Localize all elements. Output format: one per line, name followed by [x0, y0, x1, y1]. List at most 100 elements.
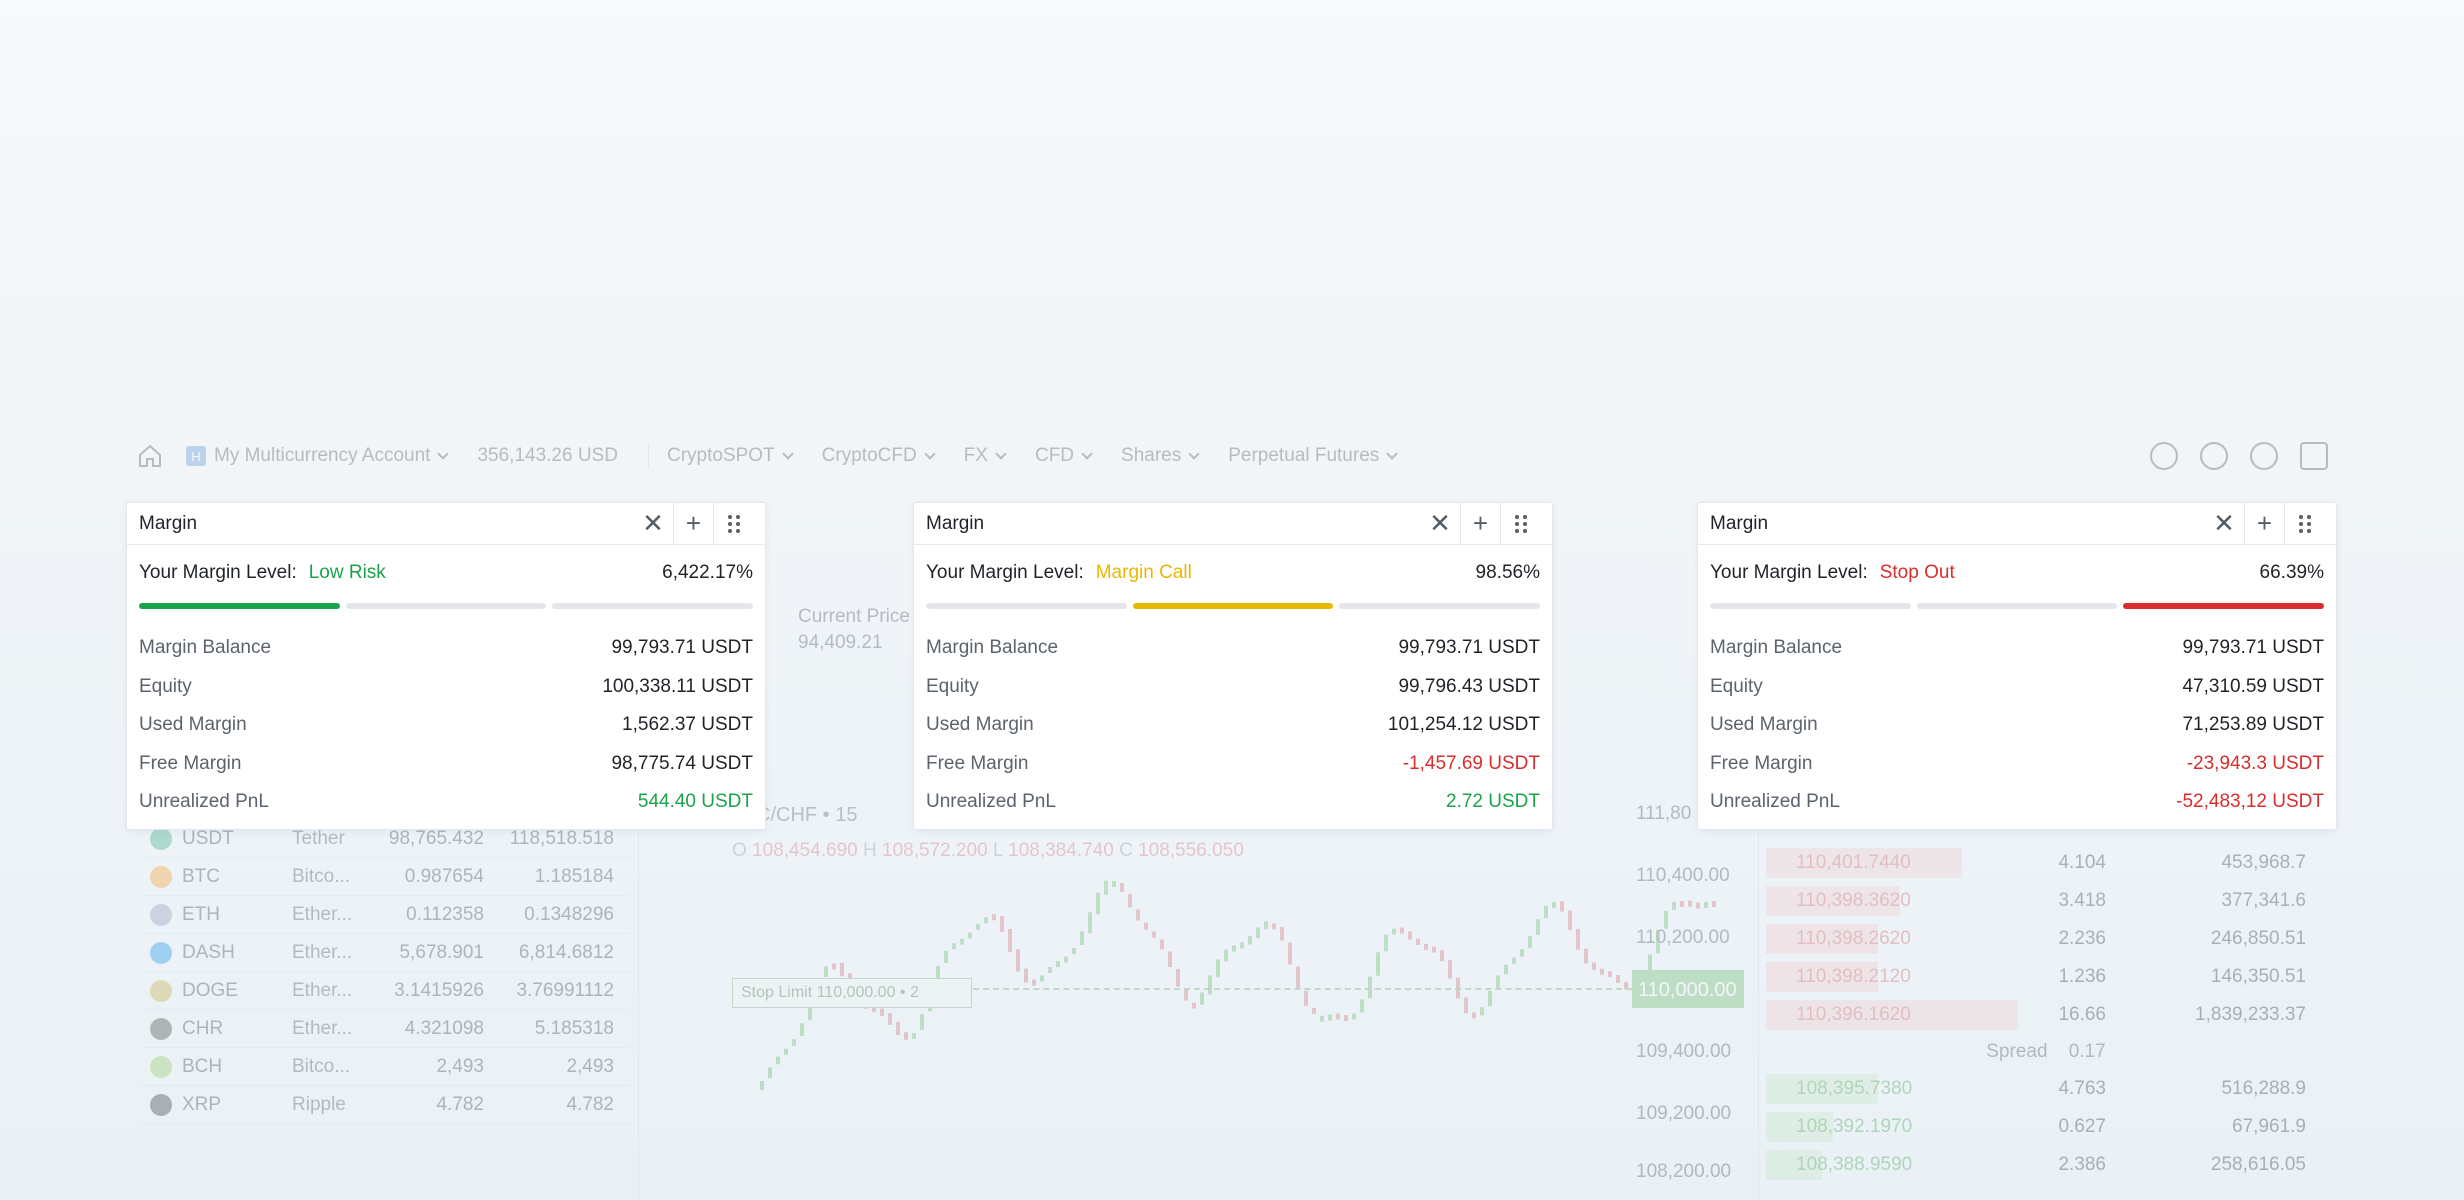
row-margin-balance: Margin Balance 99,793.71 USDT	[139, 629, 753, 668]
coin-value: 0.1348296	[524, 903, 614, 925]
gear-icon[interactable]	[2200, 442, 2228, 470]
candle	[1680, 900, 1684, 907]
margin-widget: Margin ✕ + Your Margin Level: Margin Cal…	[913, 502, 1553, 830]
widget-title: Margin	[926, 512, 985, 534]
logout-icon[interactable]	[2300, 442, 2328, 470]
info-icon[interactable]	[2150, 442, 2178, 470]
close-icon[interactable]: ✕	[2204, 503, 2244, 544]
candle	[1504, 964, 1508, 975]
close-icon[interactable]: ✕	[1420, 503, 1460, 544]
tick-label: 110,200.00	[1636, 927, 1730, 948]
candle	[1312, 1007, 1316, 1014]
coin-network: Ether...	[292, 1017, 353, 1039]
order-total: 146,350.51	[2210, 966, 2306, 987]
stop-limit-order[interactable]: Stop Limit 110,000.00 • 2	[732, 978, 972, 1008]
order-total: 246,850.51	[2210, 928, 2306, 949]
coin-icon	[150, 1055, 172, 1078]
account-name: My Multicurrency Account	[214, 445, 431, 466]
menu-shares[interactable]: Shares	[1121, 445, 1200, 467]
spread-label: Spread	[1986, 1041, 2048, 1062]
row-label: Equity	[1710, 675, 1763, 697]
list-item[interactable]: ETH Ether... 0.112358 0.1348296	[140, 896, 630, 934]
coin-symbol: DASH	[182, 941, 235, 963]
row-used-margin: Used Margin 1,562.37 USDT	[139, 706, 753, 745]
widget-title: Margin	[1710, 512, 1769, 534]
candle	[1568, 910, 1572, 931]
drag-handle-icon[interactable]	[713, 503, 753, 544]
candle	[896, 1021, 900, 1036]
bid-row[interactable]: 108,388.9590 2.386 258,616.05	[1766, 1146, 2326, 1184]
order-qty: 2.386	[2058, 1154, 2106, 1175]
widget-header[interactable]: Margin ✕ +	[127, 503, 765, 545]
coin-value: 3.76991112	[516, 979, 614, 1001]
coin-value: 6,814.6812	[518, 941, 614, 963]
candle	[1184, 988, 1188, 1001]
ask-row[interactable]: 110,401.7440 4.104 453,968.7	[1766, 844, 2326, 882]
menu-cryptocfd[interactable]: CryptoCFD	[822, 445, 936, 467]
row-value: 101,254.12 USDT	[1387, 714, 1540, 736]
ask-row[interactable]: 110,398.2120 1.236 146,350.51	[1766, 958, 2326, 996]
home-icon[interactable]	[136, 442, 164, 470]
coin-icon	[150, 979, 172, 1002]
coin-balance: 0.987654	[404, 865, 484, 887]
drag-handle-icon[interactable]	[1500, 503, 1540, 544]
widget-header[interactable]: Margin ✕ +	[1698, 503, 2336, 545]
candle	[1296, 966, 1300, 989]
menu-perpetual-futures[interactable]: Perpetual Futures	[1228, 445, 1398, 467]
candle	[840, 962, 844, 977]
add-icon[interactable]: +	[1460, 503, 1500, 544]
account-selector[interactable]: H My Multicurrency Account	[186, 445, 450, 467]
list-item[interactable]: BTC Bitco... 0.987654 1.185184	[140, 858, 630, 896]
row-label: Used Margin	[926, 714, 1034, 736]
menu-fx[interactable]: FX	[964, 445, 1007, 467]
candle	[1016, 949, 1020, 972]
candle	[960, 938, 964, 945]
current-price-value: 94,409.21	[798, 632, 883, 653]
order-total: 516,288.9	[2221, 1078, 2306, 1099]
menu-cryptospot[interactable]: CryptoSPOT	[666, 445, 794, 467]
list-item[interactable]: DOGE Ether... 3.1415926 3.76991112	[140, 972, 630, 1010]
coin-balance: 2,493	[436, 1055, 484, 1077]
list-item[interactable]: CHR Ether... 4.321098 5.185318	[140, 1010, 630, 1048]
coin-balance: 0.112358	[406, 903, 484, 925]
list-item[interactable]: BCH Bitco... 2,493 2,493	[140, 1048, 630, 1086]
ask-row[interactable]: 110,398.2620 2.236 246,850.51	[1766, 920, 2326, 958]
candle	[1416, 938, 1420, 945]
ask-row[interactable]: 110,396.1620 16.66 1,839,233.37	[1766, 996, 2326, 1034]
candle	[1432, 946, 1436, 953]
candle	[1240, 942, 1244, 949]
menu-cfd[interactable]: CFD	[1035, 445, 1093, 467]
list-item[interactable]: XRP Ripple 4.782 4.782	[140, 1086, 630, 1124]
list-item[interactable]: DASH Ether... 5,678.901 6,814.6812	[140, 934, 630, 972]
drag-handle-icon[interactable]	[2284, 503, 2324, 544]
account-balance: 356,143.26 USD	[477, 445, 618, 466]
current-price-label: Current Price	[798, 606, 910, 627]
candle	[920, 1014, 924, 1030]
menu-label: CryptoSPOT	[666, 445, 775, 466]
candle	[1208, 975, 1212, 995]
add-icon[interactable]: +	[2244, 503, 2284, 544]
coin-value: 118,518.518	[509, 827, 614, 849]
candle	[1576, 929, 1580, 950]
row-label: Unrealized PnL	[1710, 791, 1840, 813]
row-margin-balance: Margin Balance 99,793.71 USDT	[926, 629, 1540, 668]
coin-value: 2,493	[566, 1055, 614, 1077]
margin-status: Low Risk	[308, 562, 386, 583]
candle	[1480, 1007, 1484, 1016]
chevron-down-icon	[1386, 447, 1398, 460]
bell-icon[interactable]	[2250, 442, 2278, 470]
close-icon[interactable]: ✕	[633, 503, 673, 544]
margin-level-bar	[1698, 603, 2336, 609]
coin-icon	[150, 827, 172, 850]
widget-header[interactable]: Margin ✕ +	[914, 503, 1552, 545]
tick-label: 109,400.00	[1636, 1041, 1732, 1062]
margin-status: Stop Out	[1879, 562, 1955, 583]
row-used-margin: Used Margin 101,254.12 USDT	[926, 706, 1540, 745]
candle	[1344, 1015, 1348, 1022]
order-qty: 2.236	[2058, 928, 2106, 949]
row-label: Unrealized PnL	[139, 791, 269, 813]
ask-row[interactable]: 110,398.3620 3.418 377,341.6	[1766, 882, 2326, 920]
add-icon[interactable]: +	[673, 503, 713, 544]
bid-row[interactable]: 108,392.1970 0.627 67,961.9	[1766, 1108, 2326, 1146]
bid-row[interactable]: 108,395.7380 4.763 516,288.9	[1766, 1070, 2326, 1108]
